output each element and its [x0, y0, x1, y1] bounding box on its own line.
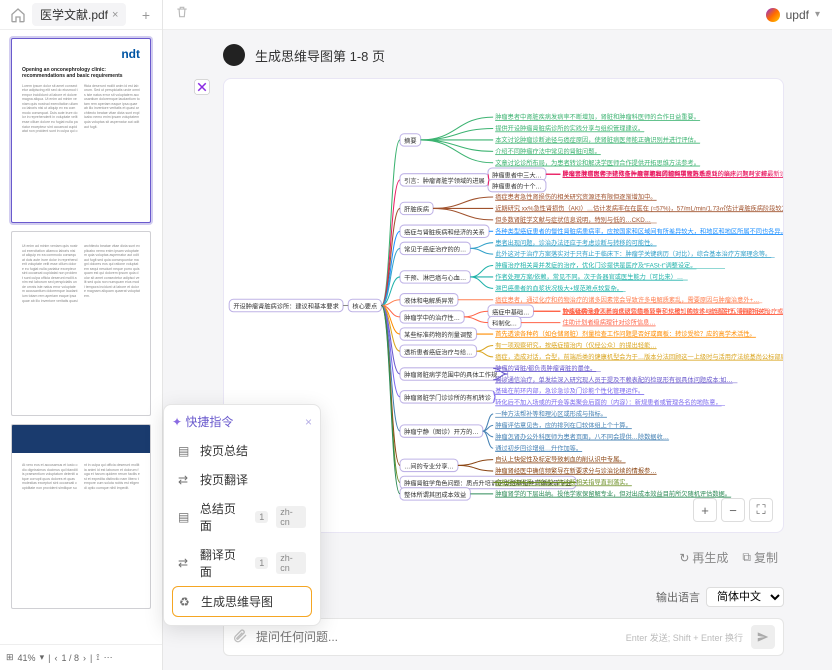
sidebar: 医学文献.pdf × + ndt Opening an onconephrolo… [0, 0, 163, 670]
quick-item-2[interactable]: ▤总结页面1zh-cn [172, 494, 312, 540]
quick-item-icon: ▤ [178, 510, 192, 524]
close-icon[interactable]: × [305, 415, 312, 429]
input-hint: Enter 发送; Shift + Enter 换行 [626, 631, 743, 644]
main-panel: updf ▾ 生成思维导图第 1-8 页 开设肿瘤肾脏病诊所：建议和基本要求 核心… [163, 0, 832, 670]
regenerate-button[interactable]: ↻ 再生成 [679, 549, 728, 566]
file-tab[interactable]: 医学文献.pdf × [32, 3, 126, 26]
attach-icon[interactable] [232, 627, 248, 648]
svg-text:…间的专业分享…: …间的专业分享… [404, 462, 454, 470]
tool-icon[interactable]: ⟟ [96, 652, 99, 663]
sidebar-view-icon[interactable]: ⊞ [6, 652, 14, 663]
zoom-in-button[interactable]: + [693, 498, 717, 522]
svg-text:常见于癌症治疗的的…: 常见于癌症治疗的的… [404, 246, 466, 254]
svg-text:癌症与肾脏疾病和经济的关系: 癌症与肾脏疾病和经济的关系 [404, 228, 485, 236]
brand-logo-icon [766, 8, 780, 22]
svg-text:核心要点: 核心要点 [352, 303, 377, 311]
quick-item-icon: ⇄ [178, 556, 192, 570]
home-icon[interactable] [10, 7, 26, 23]
svg-text:肝脏疾病: 肝脏疾病 [404, 206, 429, 214]
svg-text:液体和电解质异常: 液体和电解质异常 [404, 297, 454, 305]
prev-page-icon[interactable]: ‹ [54, 653, 57, 663]
quick-item-label: 翻译页面 [200, 546, 247, 580]
svg-text:引言：肿瘤肾脏学领域的进展: 引言：肿瘤肾脏学领域的进展 [404, 177, 485, 185]
close-icon[interactable]: × [112, 9, 118, 21]
chat-input[interactable] [256, 630, 618, 644]
zoom-out-button[interactable]: − [721, 498, 745, 522]
page-counter[interactable]: 1 / 8 [61, 653, 79, 663]
svg-text:开设肿瘤肾脏病诊所：建议和基本要求: 开设肿瘤肾脏病诊所：建议和基本要求 [233, 303, 338, 311]
quick-command-popup: ✦ 快捷指令 × ▤按页总结⇄按页翻译▤总结页面1zh-cn⇄翻译页面1zh-c… [163, 404, 321, 626]
popup-title: 快捷指令 [185, 413, 233, 430]
svg-text:干预、淋巴癌与心血…: 干预、淋巴癌与心血… [404, 274, 466, 282]
quick-item-label: 总结页面 [200, 500, 247, 534]
next-page-icon[interactable]: › [83, 653, 86, 663]
tab-bar: 医学文献.pdf × + [0, 0, 162, 30]
tab-filename: 医学文献.pdf [40, 6, 108, 23]
bottom-toolbar: ⊞ 41% ▾ | ‹ 1 / 8 › | ⟟ ⋯ [0, 644, 162, 670]
pdf-brand-logo: ndt [22, 47, 140, 63]
quick-item-1[interactable]: ⇄ 按页翻译 [172, 465, 312, 494]
fit-button[interactable]: ⛶ [749, 498, 773, 522]
svg-text:肿瘤肾脏学门诊诊所的有机转诊: 肿瘤肾脏学门诊诊所的有机转诊 [404, 394, 492, 402]
assistant-icon [193, 78, 211, 96]
svg-text:肿瘤患者的十个…: 肿瘤患者的十个… [492, 183, 542, 191]
svg-text:整体所谓其团成本效益: 整体所谓其团成本效益 [404, 491, 466, 499]
add-tab-button[interactable]: + [134, 7, 158, 23]
chevron-down-icon[interactable]: ▾ [815, 9, 820, 20]
svg-text:透析患者癌症治疗与给…: 透析患者癌症治疗与给… [404, 348, 472, 356]
quick-item-icon: ▤ [178, 444, 192, 458]
svg-text:肿瘤患者中三大…: 肿瘤患者中三大… [492, 171, 542, 179]
output-lang-label: 输出语言 [656, 589, 700, 605]
more-icon[interactable]: ⋯ [104, 652, 113, 663]
user-message: 生成思维导图第 1-8 页 [223, 44, 784, 66]
svg-text:摘要: 摘要 [404, 137, 416, 145]
thumbnail-page-2[interactable]: Ut enim ad minim veniam quis nostrud exe… [11, 231, 151, 416]
copy-button[interactable]: ⧉ 复制 [742, 549, 778, 566]
quick-item-4[interactable]: ♻ 生成思维导图 [172, 586, 312, 617]
pdf-title: Opening an onconephrology clinic: recomm… [22, 67, 140, 80]
quick-item-3[interactable]: ⇄翻译页面1zh-cn [172, 540, 312, 586]
svg-text:癌症中基础…: 癌症中基础… [492, 308, 529, 316]
zoom-controls: + − ⛶ [693, 498, 773, 522]
send-button[interactable] [751, 625, 775, 649]
chevron-down-icon[interactable]: ▾ [40, 652, 45, 663]
brand-name: updf [786, 8, 809, 22]
output-lang-select[interactable]: 简体中文 [706, 587, 784, 607]
svg-text:肿瘤宁静（图诊）开方的…: 肿瘤宁静（图诊）开方的… [404, 428, 478, 436]
quick-item-0[interactable]: ▤ 按页总结 [172, 436, 312, 465]
quick-item-icon: ⇄ [178, 473, 192, 487]
page-thumbnails: ndt Opening an onconephrology clinic: re… [0, 30, 162, 644]
svg-text:肿瘤肾脏病学范围中的具体工作规…: 肿瘤肾脏病学范围中的具体工作规… [404, 371, 503, 379]
quick-item-label: 按页翻译 [200, 471, 248, 488]
avatar [223, 44, 245, 66]
user-message-text: 生成思维导图第 1-8 页 [255, 46, 385, 65]
quick-item-label: 按页总结 [200, 442, 248, 459]
quick-item-icon: ♻ [179, 595, 193, 609]
svg-text:某些标准药物的剂量调整: 某些标准药物的剂量调整 [404, 331, 472, 339]
thumbnail-page-1[interactable]: ndt Opening an onconephrology clinic: re… [11, 38, 151, 223]
thumbnail-page-3[interactable]: At vero eos et accusamus et iusto odio d… [11, 424, 151, 609]
trash-icon[interactable] [175, 5, 189, 24]
top-bar: updf ▾ [163, 0, 832, 30]
quick-item-label: 生成思维导图 [201, 593, 273, 610]
svg-text:肿瘤学中的治疗性…: 肿瘤学中的治疗性… [404, 314, 460, 322]
svg-text:科制化…: 科制化… [492, 320, 517, 328]
zoom-level[interactable]: 41% [18, 653, 36, 663]
